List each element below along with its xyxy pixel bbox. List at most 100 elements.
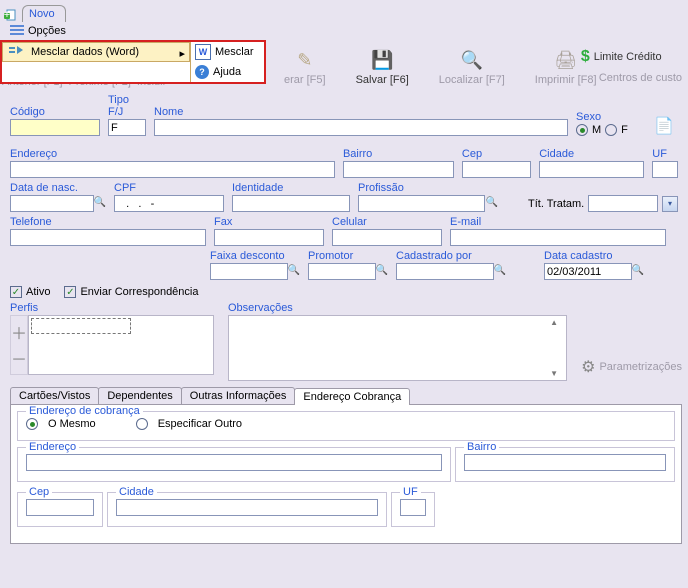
label-cidade: Cidade <box>539 148 644 160</box>
input-celular[interactable] <box>332 229 442 246</box>
input-cob-cep[interactable] <box>26 499 94 516</box>
limite-label: Limite Crédito <box>594 51 662 63</box>
input-tipofj[interactable] <box>108 119 146 136</box>
label-omesmo: O Mesmo <box>48 418 96 430</box>
input-data-cadastro[interactable] <box>544 263 632 280</box>
radio-sexo-m[interactable] <box>576 124 588 136</box>
input-cidade[interactable] <box>539 161 644 178</box>
tab-panel-cobranca: Endereço de cobrança O Mesmo Especificar… <box>10 405 682 544</box>
plus-page-icon: + <box>4 8 18 22</box>
tb-localizar[interactable]: 🔍 Localizar [F7] <box>439 48 505 86</box>
tab-novo[interactable]: Novo <box>22 5 66 22</box>
tb-erar[interactable]: ✎ erar [F5] <box>284 48 326 86</box>
input-tit-tratam[interactable] <box>588 195 658 212</box>
checkbox-ativo[interactable]: ✓ <box>10 286 22 298</box>
input-cob-uf[interactable] <box>400 499 426 516</box>
tab-endereco-cobranca[interactable]: Endereço Cobrança <box>294 388 410 405</box>
input-telefone[interactable] <box>10 229 206 246</box>
input-bairro[interactable] <box>343 161 454 178</box>
menu-opcoes-label: Opções <box>28 25 66 37</box>
input-cpf[interactable] <box>114 195 224 212</box>
input-promotor[interactable] <box>308 263 376 280</box>
options-icon <box>10 25 24 37</box>
input-data-nasc[interactable] <box>10 195 94 212</box>
label-cadastrado-por: Cadastrado por <box>396 250 506 262</box>
label-sexo: Sexo <box>576 111 646 123</box>
radio-omesmo[interactable] <box>26 418 38 430</box>
radio-especificar[interactable] <box>136 418 148 430</box>
label-identidade: Identidade <box>232 182 350 194</box>
checkbox-enviar[interactable]: ✓ <box>64 286 76 298</box>
scroll-down-icon[interactable]: ▼ <box>550 369 564 378</box>
radio-sexo-f[interactable] <box>605 124 617 136</box>
tb-localizar-label: Localizar [F7] <box>439 74 505 86</box>
input-cep[interactable] <box>462 161 531 178</box>
input-faixa[interactable] <box>210 263 288 280</box>
tab-cartoes[interactable]: Cartões/Vistos <box>10 387 99 404</box>
lookup-promotor[interactable] <box>376 263 388 277</box>
label-ativo: Ativo <box>26 286 50 298</box>
input-codigo[interactable] <box>10 119 100 136</box>
label-tit-tratam: Tít. Tratam. <box>528 198 584 210</box>
tab-dependentes[interactable]: Dependentes <box>98 387 181 404</box>
centros-custo[interactable]: Centros de custo <box>581 72 682 84</box>
menu-opcoes[interactable]: Opções <box>4 24 72 38</box>
label-fax: Fax <box>214 216 324 228</box>
legend-cep2: Cep <box>26 486 52 498</box>
input-cob-cidade[interactable] <box>116 499 378 516</box>
dd-sub-mesclar[interactable]: W Mesclar <box>191 42 264 62</box>
input-nome[interactable] <box>154 119 568 136</box>
label-promotor: Promotor <box>308 250 388 262</box>
input-uf[interactable] <box>652 161 678 178</box>
legend-cidade2: Cidade <box>116 486 157 498</box>
lookup-faixa[interactable] <box>288 263 300 277</box>
lookup-profissao[interactable] <box>485 195 498 209</box>
lookup-data-cadastro[interactable] <box>632 263 644 277</box>
textarea-obs[interactable]: ▲▼ <box>228 315 567 381</box>
lookup-cadastrado-por[interactable] <box>494 263 506 277</box>
pencil-icon: ✎ <box>293 48 317 72</box>
dd-sub-ajuda[interactable]: ? Ajuda <box>191 62 264 82</box>
tab-outras[interactable]: Outras Informações <box>181 387 296 404</box>
label-perfis: Perfis <box>10 302 220 314</box>
input-email[interactable] <box>450 229 666 246</box>
input-cob-endereco[interactable] <box>26 454 442 471</box>
parametrizacoes[interactable]: ⚙ Parametrizações <box>581 357 682 377</box>
printer-icon: 🖨 <box>554 48 578 72</box>
chevron-right-icon: ▸ <box>179 47 185 60</box>
label-data-nasc: Data de nasc. <box>10 182 106 194</box>
lookup-data-nasc[interactable] <box>94 195 106 209</box>
copy-icon[interactable]: 📄 <box>654 118 674 135</box>
label-data-cadastro: Data cadastro <box>544 250 644 262</box>
label-uf: UF <box>652 148 678 160</box>
input-fax[interactable] <box>214 229 324 246</box>
dollar-icon: $ <box>581 48 590 66</box>
label-tipofj: Tipo F/J <box>108 94 146 118</box>
save-icon: 💾 <box>370 48 394 72</box>
dd-mesclar-dados[interactable]: Mesclar dados (Word) ▸ <box>2 42 190 62</box>
tb-salvar[interactable]: 💾 Salvar [F6] <box>356 48 409 86</box>
label-email: E-mail <box>450 216 666 228</box>
label-m: M <box>592 124 601 136</box>
param-label: Parametrizações <box>599 361 682 373</box>
scroll-up-icon[interactable]: ▲ <box>550 318 564 327</box>
help-icon: ? <box>195 65 209 79</box>
perfil-remove-icon[interactable]: － <box>11 346 27 370</box>
label-bairro: Bairro <box>343 148 454 160</box>
listbox-perfis[interactable] <box>28 315 214 375</box>
dd-mesclar-label: Mesclar dados (Word) <box>31 46 139 58</box>
perfil-add-icon[interactable]: ＋ <box>11 320 27 344</box>
legend-cobranca: Endereço de cobrança <box>26 405 143 417</box>
input-cadastrado-por[interactable] <box>396 263 494 280</box>
label-celular: Celular <box>332 216 442 228</box>
input-endereco[interactable] <box>10 161 335 178</box>
input-identidade[interactable] <box>232 195 350 212</box>
tab-novo-label: Novo <box>29 8 55 20</box>
chevron-down-icon[interactable]: ▾ <box>662 196 678 212</box>
input-cob-bairro[interactable] <box>464 454 666 471</box>
perfil-item-empty[interactable] <box>31 318 131 334</box>
input-profissao[interactable] <box>358 195 485 212</box>
label-enviar: Enviar Correspondência <box>80 286 198 298</box>
limite-credito[interactable]: $ Limite Crédito <box>581 48 662 66</box>
legend-uf2: UF <box>400 486 421 498</box>
